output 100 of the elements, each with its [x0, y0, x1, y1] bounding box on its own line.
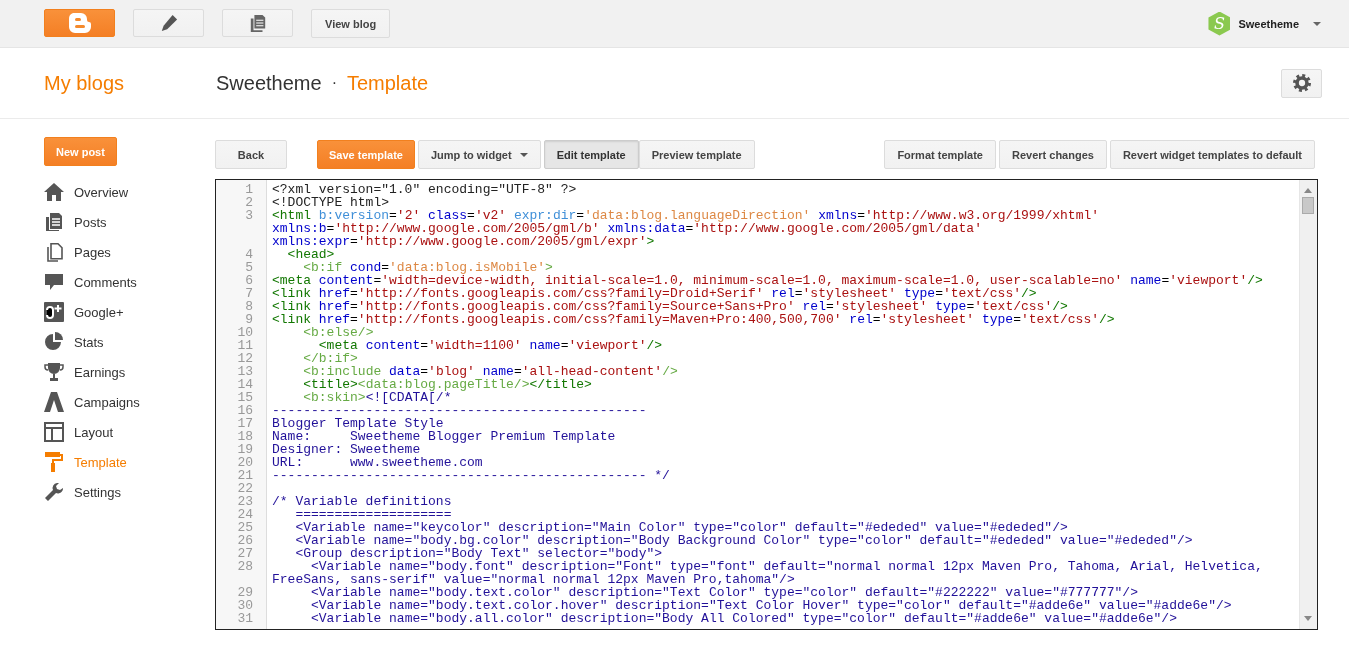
code-line: <Variable name="body.all.color" description="Body All Colored" type="color" default="#adde6e" value="#adde6e"/>	[310, 612, 1178, 625]
code-line: <Variable name="body.bg.color" description="Body Background Color" type="color" default="#ededed" value="#ededed"/>	[294, 534, 1194, 547]
pages-icon	[44, 242, 64, 262]
code-line: <Variable name="body.text.color" description="Text Color" type="color" default="#222222" value="#777777"/>	[310, 586, 1139, 599]
toolbar-button[interactable]: Revert changes	[998, 140, 1107, 169]
code-line: <b:else/>	[302, 326, 374, 339]
line-number: 30	[236, 599, 254, 612]
blog-name: Sweetheme	[216, 71, 322, 95]
sidebar-item[interactable]: Posts	[44, 207, 107, 237]
settings-icon	[1292, 74, 1311, 92]
line-number: 12	[236, 352, 254, 365]
line-number: 7	[244, 287, 254, 300]
code-line: <b:include data='blog' name='all-head-content'/>	[302, 365, 679, 378]
code-line: <html b:version='2' class='v2' expr:dir='data:blog.languageDirection' xmlns='http://www.w3.org/1999/xhtml' xmlns:b='http://www.google.com/2005/gml/b' xmlns:data='http://www.google.com/2005/gml/data' xmlns:expr='http://www.google.com/2005/gml/expr'>	[272, 209, 1101, 248]
line-number: 15	[236, 391, 254, 404]
line-number: 18	[236, 430, 254, 443]
pencil-icon	[159, 14, 178, 32]
scrollbar[interactable]	[1299, 180, 1317, 629]
line-number: 8	[244, 300, 254, 313]
documents-icon	[248, 14, 267, 32]
line-number: 28	[236, 560, 254, 576]
code-line: <b:if cond='data:blog.isMobile'>	[302, 261, 554, 274]
line-number: 24	[236, 508, 254, 521]
line-number: 9	[244, 313, 254, 326]
sidebar-item[interactable]: Layout	[44, 417, 114, 447]
home-icon	[44, 182, 64, 202]
sidebar-item[interactable]: Google+	[44, 297, 124, 327]
code-line: </b:if>	[302, 352, 359, 365]
sidebar-item[interactable]: Overview	[44, 177, 129, 207]
code-line: <link href='http://fonts.googleapis.com/css?family=Maven+Pro:400,500,700' rel='stylesheet' type='text/css'/>	[272, 313, 1116, 326]
code-line: <Variable name="body.text.color.hover" description="Text Color Hover" type="color" default="#adde6e" value="#adde6e"/>	[310, 599, 1233, 612]
code-line: <Group description="Body Text" selector="body">	[294, 547, 663, 560]
code-line: <Variable name="body.font" description="Font" type="font" default="normal normal 12px Maven Pro, Tahoma, Arial, Helvetica, FreeSans, sans-serif" value="normal normal 12px Maven Pro,tahoma"/>	[272, 560, 1264, 586]
line-number: 23	[236, 495, 254, 508]
code-line: <Variable name="keycolor" description="Main Color" type="color" default="#ededed" value="#ededed"/>	[294, 521, 1069, 534]
code-line: ------------------------------------------------ */	[272, 469, 671, 482]
editor-tab[interactable]: Preview template	[638, 140, 755, 169]
sidebar-item[interactable]: Campaigns	[44, 387, 140, 417]
logo-icon	[67, 12, 92, 34]
line-number: 10	[236, 326, 254, 339]
line-number: 22	[236, 482, 254, 495]
code-line: ====================	[294, 508, 453, 521]
pie-chart-icon	[44, 332, 64, 352]
line-number: 31	[236, 612, 254, 625]
line-number: 4	[244, 248, 254, 261]
layout-icon	[44, 422, 64, 442]
line-number: 14	[236, 378, 254, 391]
code-line: <b:skin><![CDATA[/*	[302, 391, 452, 404]
dropdown-button[interactable]: Jump to widget	[418, 140, 541, 169]
line-number: 1	[244, 183, 254, 196]
view-blog-button[interactable]: View blog	[311, 9, 391, 38]
account-name[interactable]: Sweetheme	[1238, 17, 1299, 30]
trophy-icon	[44, 362, 64, 382]
sidebar-item[interactable]: Stats	[44, 327, 104, 357]
document-icon	[44, 212, 64, 232]
code-line: /* Variable definitions	[272, 495, 453, 508]
code-line: <head>	[287, 248, 335, 261]
code-line: <title><data:blog.pageTitle/></title>	[302, 378, 593, 391]
back-button[interactable]: Back	[215, 140, 287, 169]
line-number: 25	[236, 521, 254, 534]
line-number: 11	[236, 339, 254, 352]
line-number: 26	[236, 534, 254, 547]
settings-button[interactable]	[1281, 68, 1322, 98]
separator-dot: ·	[331, 74, 337, 92]
code-line: ------------------------------------------------	[272, 404, 648, 417]
sidebar-item[interactable]: Pages	[44, 237, 111, 267]
line-number: 6	[244, 274, 254, 287]
line-number: 2	[244, 196, 254, 209]
line-number: 21	[236, 469, 254, 482]
line-number: 16	[236, 404, 254, 417]
wrench-icon	[44, 482, 64, 502]
sidebar-item[interactable]: Settings	[44, 477, 121, 507]
sidebar-item[interactable]: Earnings	[44, 357, 126, 387]
blogger-button[interactable]	[44, 9, 115, 37]
code-line: Name: Sweetheme Blogger Premium Template	[272, 430, 617, 443]
sidebar-item[interactable]: Comments	[44, 267, 137, 297]
code-line: <?xml version="1.0" encoding="UTF-8" ?>	[272, 183, 578, 196]
line-number: 17	[236, 417, 254, 430]
code-line: Designer: Sweetheme	[272, 443, 422, 456]
posts-button[interactable]	[222, 9, 293, 37]
editor-tab[interactable]: Edit template	[543, 140, 639, 169]
code-line: <!DOCTYPE html>	[272, 196, 391, 209]
paint-roller-icon	[44, 452, 64, 472]
line-number: 29	[236, 586, 254, 599]
toolbar-button[interactable]: Format template	[884, 140, 996, 169]
section-title: Template	[346, 71, 429, 95]
line-number: 5	[244, 261, 254, 274]
toolbar-button[interactable]: Revert widget templates to default	[1109, 140, 1315, 169]
code-line: Blogger Template Style	[272, 417, 445, 430]
code-line: <meta content='width=device-width, initial-scale=1.0, minimum-scale=1.0, maximum-scale=1.0, user-scalable=no' name='viewport'/>	[272, 274, 1264, 287]
line-number: 13	[236, 365, 254, 378]
code-line: URL: www.sweetheme.com	[272, 456, 484, 469]
code-line: <link href='http://fonts.googleapis.com/css?family=Droid+Serif' rel='stylesheet' type='text/css'/>	[272, 287, 1038, 300]
speech-bubble-icon	[44, 272, 64, 292]
line-number: 20	[236, 456, 254, 469]
new-post-button[interactable]	[133, 9, 204, 37]
plus-square-icon	[44, 302, 64, 322]
code-line: <meta content='width=1100' name='viewport'/>	[317, 339, 664, 352]
tent-icon	[44, 392, 64, 412]
line-number: 19	[236, 443, 254, 456]
